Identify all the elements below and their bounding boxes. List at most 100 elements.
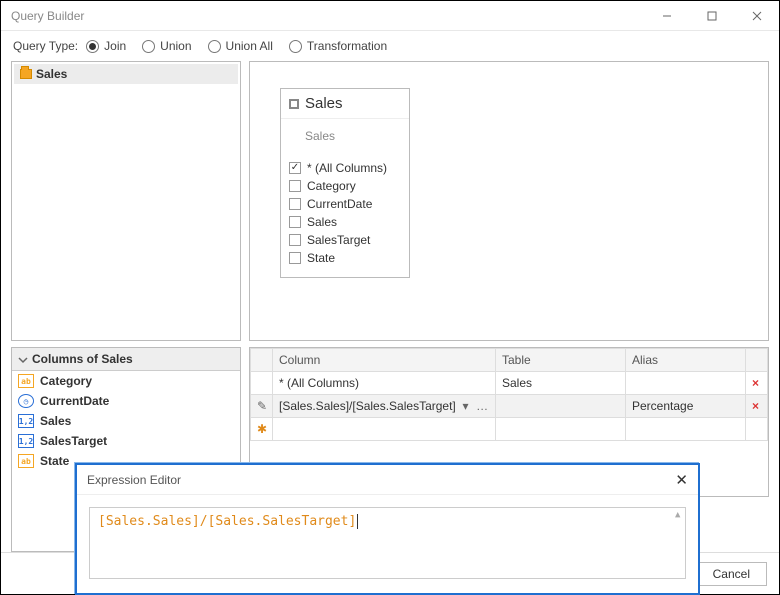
new-row-icon: ✱ [251, 418, 273, 441]
cell-column[interactable] [273, 418, 496, 441]
cell-alias[interactable] [626, 372, 746, 395]
table-col-label: State [307, 251, 335, 265]
table-col-label: Sales [307, 215, 337, 229]
column-item-label: CurrentDate [40, 394, 109, 408]
table-col-currentdate[interactable]: CurrentDate [289, 195, 401, 213]
table-collapse-icon[interactable] [289, 99, 299, 109]
table-card-sales[interactable]: Sales Sales ✓ * (All Columns) Category [280, 88, 410, 278]
row-delete-button[interactable]: × [746, 395, 768, 418]
cell-alias[interactable]: Percentage [626, 395, 746, 418]
window-title: Query Builder [11, 9, 84, 23]
window-buttons [644, 1, 779, 31]
checkbox-icon[interactable] [289, 234, 301, 246]
row-delete-button[interactable]: × [746, 372, 768, 395]
text-type-icon: ab [18, 454, 34, 468]
checkbox-icon[interactable] [289, 198, 301, 210]
number-type-icon: 1,2 [18, 434, 34, 448]
query-type-label: Query Type: [13, 39, 78, 53]
cancel-button[interactable]: Cancel [696, 562, 767, 586]
radio-join[interactable]: Join [86, 39, 126, 53]
expression-editor-body: [Sales.Sales]/[Sales.SalesTarget] ▲ [77, 495, 698, 591]
radio-union[interactable]: Union [142, 39, 191, 53]
text-caret [357, 514, 358, 529]
table-col-all[interactable]: ✓ * (All Columns) [289, 159, 401, 177]
column-item-label: Sales [40, 414, 71, 428]
checkbox-icon[interactable]: ✓ [289, 162, 301, 174]
checkbox-icon[interactable] [289, 180, 301, 192]
grid-row-allcolumns[interactable]: * (All Columns) Sales × [251, 372, 768, 395]
tree-item-sales[interactable]: Sales [14, 64, 238, 84]
table-col-state[interactable]: State [289, 249, 401, 267]
column-item-label: SalesTarget [40, 434, 107, 448]
grid-header-column[interactable]: Column [273, 349, 496, 372]
tree-item-label: Sales [36, 67, 67, 81]
chevron-down-icon [18, 354, 28, 364]
column-item-sales[interactable]: 1,2 Sales [12, 411, 240, 431]
table-icon [20, 69, 32, 79]
text-type-icon: ab [18, 374, 34, 388]
dropdown-icon[interactable]: ▾ [459, 399, 468, 413]
table-col-salestarget[interactable]: SalesTarget [289, 231, 401, 249]
expression-text: [Sales.Sales]/[Sales.SalesTarget] [98, 514, 358, 529]
query-builder-window: Query Builder Query Type: Join Union Uni… [0, 0, 780, 595]
cell-table[interactable] [496, 395, 626, 418]
grid-row-expression[interactable]: ✎ [Sales.Sales]/[Sales.SalesTarget] ▾ … … [251, 395, 768, 418]
radio-dot-icon [289, 40, 302, 53]
radio-union-all-label: Union All [226, 39, 273, 53]
cell-column-text: [Sales.Sales]/[Sales.SalesTarget] [279, 399, 456, 413]
radio-transformation-label: Transformation [307, 39, 387, 53]
close-button[interactable] [734, 1, 779, 31]
column-item-currentdate[interactable]: ◷ CurrentDate [12, 391, 240, 411]
expression-editor-title: Expression Editor [87, 473, 181, 487]
radio-dot-icon [86, 40, 99, 53]
column-item-category[interactable]: ab Category [12, 371, 240, 391]
grid-header-alias[interactable]: Alias [626, 349, 746, 372]
table-card-columns: ✓ * (All Columns) Category CurrentDate [281, 155, 409, 277]
date-type-icon: ◷ [18, 394, 34, 408]
table-card-title: Sales [305, 95, 343, 112]
radio-join-label: Join [104, 39, 126, 53]
table-card-subtitle: Sales [281, 119, 409, 155]
title-bar: Query Builder [1, 1, 779, 31]
checkbox-icon[interactable] [289, 252, 301, 264]
grid-header-table[interactable]: Table [496, 349, 626, 372]
designer-canvas[interactable]: Sales Sales ✓ * (All Columns) Category [249, 61, 769, 341]
row-indicator [251, 372, 273, 395]
cell-table[interactable]: Sales [496, 372, 626, 395]
query-type-toolbar: Query Type: Join Union Union All Transfo… [1, 31, 779, 61]
columns-panel-header[interactable]: Columns of Sales [12, 348, 240, 371]
cell-alias[interactable] [626, 418, 746, 441]
expression-input[interactable]: [Sales.Sales]/[Sales.SalesTarget] ▲ [89, 507, 686, 579]
scroll-up-icon[interactable]: ▲ [675, 510, 683, 518]
column-item-salestarget[interactable]: 1,2 SalesTarget [12, 431, 240, 451]
maximize-button[interactable] [689, 1, 734, 31]
radio-dot-icon [142, 40, 155, 53]
expression-editor-dialog: Expression Editor ✕ [Sales.Sales]/[Sales… [75, 463, 700, 595]
table-col-category[interactable]: Category [289, 177, 401, 195]
grid-header-row: Column Table Alias [251, 349, 768, 372]
radio-transformation[interactable]: Transformation [289, 39, 387, 53]
cell-column[interactable]: * (All Columns) [273, 372, 496, 395]
table-col-label: CurrentDate [307, 197, 372, 211]
table-card-header[interactable]: Sales [281, 89, 409, 119]
table-col-label: SalesTarget [307, 233, 370, 247]
expression-editor-titlebar: Expression Editor ✕ [77, 465, 698, 495]
table-col-label: Category [307, 179, 356, 193]
tables-tree-panel[interactable]: Sales [11, 61, 241, 341]
cell-column-editing[interactable]: [Sales.Sales]/[Sales.SalesTarget] ▾ … [273, 395, 496, 418]
cell-table[interactable] [496, 418, 626, 441]
table-col-label: * (All Columns) [307, 161, 387, 175]
radio-union-label: Union [160, 39, 191, 53]
row-edit-icon: ✎ [251, 395, 273, 418]
table-col-sales[interactable]: Sales [289, 213, 401, 231]
expression-editor-close-button[interactable]: ✕ [675, 471, 688, 489]
minimize-button[interactable] [644, 1, 689, 31]
ellipsis-button[interactable]: … [472, 399, 489, 413]
radio-union-all[interactable]: Union All [208, 39, 273, 53]
columns-panel-title: Columns of Sales [32, 352, 133, 366]
column-item-label: Category [40, 374, 92, 388]
checkbox-icon[interactable] [289, 216, 301, 228]
radio-dot-icon [208, 40, 221, 53]
grid-row-new[interactable]: ✱ [251, 418, 768, 441]
number-type-icon: 1,2 [18, 414, 34, 428]
